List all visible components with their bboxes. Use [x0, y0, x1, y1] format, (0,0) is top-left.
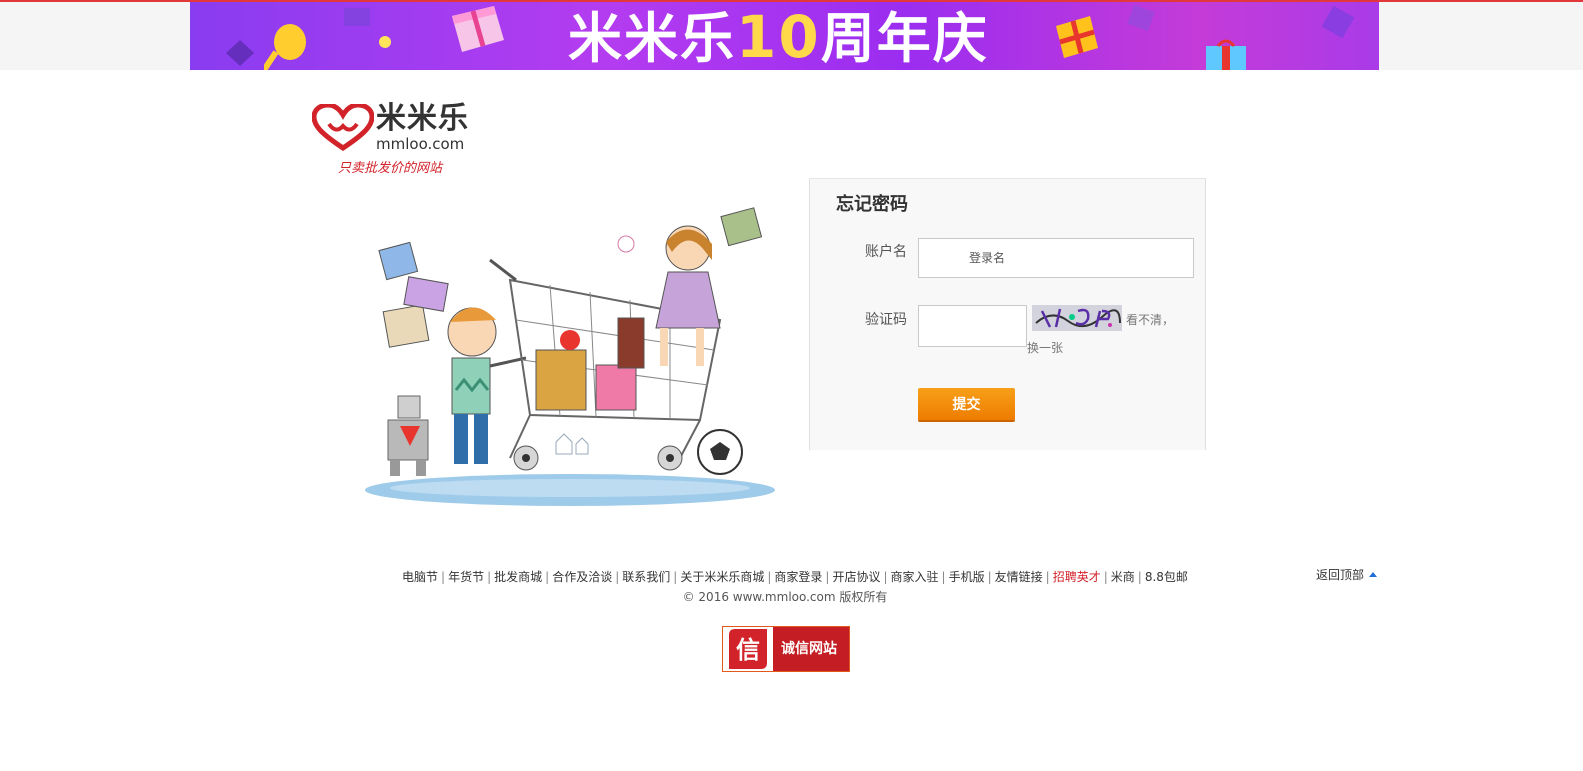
gift-box-icon: [452, 6, 504, 52]
trust-badge-label: 诚信网站: [781, 641, 837, 657]
separator: |: [487, 570, 492, 584]
separator: |: [673, 570, 678, 584]
separator: |: [941, 570, 946, 584]
gold-gift-icon: [1056, 16, 1098, 58]
banner-title-suffix: 周年庆: [820, 7, 989, 70]
banner-title: 米米乐10周年庆: [568, 4, 989, 70]
footer-links: 电脑节 | 年货节 | 批发商城 | 合作及洽谈 | 联系我们 | 关于米米乐商城 | 商家登录 | 开店协…: [402, 569, 1188, 585]
footer-link-contact-us[interactable]: 联系我们: [622, 570, 670, 584]
logo-brand-cn: 米米乐: [376, 101, 469, 136]
banner-area: 米米乐10周年庆: [0, 2, 1583, 70]
separator: |: [883, 570, 888, 584]
balloon-decoration-icon: [264, 24, 306, 70]
captcha-input[interactable]: [918, 305, 1027, 347]
refresh-captcha-link[interactable]: 看不清，: [1126, 312, 1174, 328]
footer-link-merchant-join[interactable]: 商家入驻: [891, 570, 939, 584]
separator: |: [615, 570, 620, 584]
captcha-image[interactable]: [1032, 305, 1122, 331]
logo-brand-en: mmloo.com: [376, 135, 465, 153]
back-to-top-link[interactable]: 返回顶部: [1316, 567, 1378, 583]
dot-decoration-icon: [379, 36, 391, 48]
separator: |: [1103, 570, 1108, 584]
captcha-label: 验证码: [865, 312, 907, 328]
footer-link-friend-links[interactable]: 友情链接: [995, 570, 1043, 584]
footer-link-new-year-festival[interactable]: 年货节: [448, 570, 484, 584]
footer-link-about[interactable]: 关于米米乐商城: [680, 570, 764, 584]
robot-figure: [387, 395, 429, 476]
footer-link-mishang[interactable]: 米商: [1111, 570, 1135, 584]
account-input[interactable]: [918, 238, 1194, 278]
trust-badge[interactable]: 信 诚信网站: [722, 626, 850, 672]
anniversary-banner[interactable]: 米米乐10周年庆: [190, 2, 1379, 70]
footer-link-free-shipping[interactable]: 8.8包邮: [1145, 570, 1188, 584]
refresh-captcha-link-2[interactable]: 换一张: [1027, 340, 1063, 356]
back-to-top-label: 返回顶部: [1316, 568, 1365, 582]
separator: |: [1137, 570, 1142, 584]
separator: |: [545, 570, 550, 584]
separator: |: [825, 570, 830, 584]
banner-title-prefix: 米米乐: [568, 7, 736, 70]
soccer-ball: [697, 429, 743, 475]
footer-link-wholesale-mall[interactable]: 批发商城: [494, 570, 542, 584]
box-decoration-icon: [344, 8, 370, 26]
kite-decoration-icon: [226, 40, 254, 66]
arrow-up-icon: [1369, 572, 1378, 577]
trust-badge-icon-area: 信: [723, 627, 773, 671]
separator: |: [767, 570, 772, 584]
footer-link-computer-festival[interactable]: 电脑节: [402, 570, 438, 584]
heart-logo-icon: [312, 104, 374, 152]
footer-link-merchant-login[interactable]: 商家登录: [774, 570, 822, 584]
separator: |: [987, 570, 992, 584]
separator: |: [441, 570, 446, 584]
copyright: © 2016 www.mmloo.com 版权所有: [682, 590, 888, 604]
box-decoration-icon: [1127, 4, 1155, 32]
footer-link-store-agreement[interactable]: 开店协议: [832, 570, 880, 584]
box-decoration-icon: [1321, 5, 1355, 39]
blue-gift-icon: [1206, 39, 1246, 70]
shopping-illustration: [365, 207, 775, 506]
separator: |: [1045, 570, 1050, 584]
forgot-password-panel: 忘记密码 账户名 验证码 看不清， 换一张 提交: [809, 178, 1206, 450]
footer-link-careers[interactable]: 招聘英才: [1053, 570, 1101, 584]
footer-link-cooperation[interactable]: 合作及洽谈: [552, 570, 612, 584]
trust-seal-icon: 信: [729, 629, 767, 669]
footer-link-mobile[interactable]: 手机版: [949, 570, 985, 584]
account-label: 账户名: [865, 244, 907, 260]
submit-button[interactable]: 提交: [918, 388, 1015, 420]
page-title: 忘记密码: [836, 194, 908, 215]
banner-title-number: 10: [736, 3, 821, 70]
logo-slogan: 只卖批发价的网站: [338, 161, 443, 176]
trust-seal-glyph: 信: [736, 636, 760, 664]
site-logo[interactable]: 米米乐 mmloo.com 只卖批发价的网站: [312, 102, 482, 182]
